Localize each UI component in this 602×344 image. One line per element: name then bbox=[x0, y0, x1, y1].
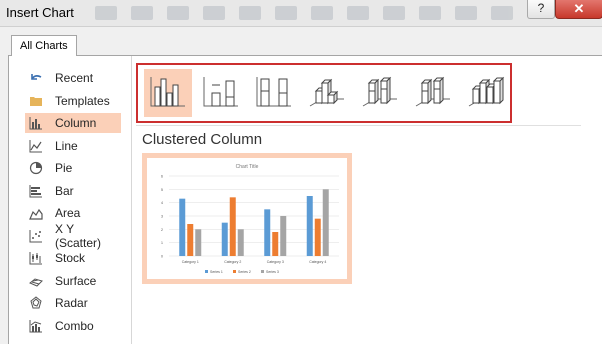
3d-100-stacked-column-button[interactable] bbox=[409, 69, 457, 117]
background-ribbon-blur bbox=[95, 3, 515, 23]
sidebar-item-label: Pie bbox=[55, 161, 73, 175]
sidebar-item-templates[interactable]: Templates bbox=[25, 91, 121, 111]
chart-subtype-gallery bbox=[136, 63, 512, 123]
help-button[interactable]: ? bbox=[527, 0, 555, 19]
y-tick-label: 4 bbox=[161, 201, 163, 205]
chart-category-sidebar: Recent Templates Column Line Pie Bar Area X Y (… bbox=[9, 56, 132, 344]
sidebar-item-label: Surface bbox=[55, 273, 97, 288]
sidebar-item-column[interactable]: Column bbox=[25, 113, 121, 133]
sidebar-item-recent[interactable]: Recent bbox=[25, 68, 121, 88]
sidebar-item-label: Recent bbox=[55, 71, 94, 85]
title-bar bbox=[0, 0, 602, 27]
clustered-column-button[interactable] bbox=[144, 69, 192, 117]
100-stacked-column-button[interactable] bbox=[250, 69, 298, 117]
bar-series-1-category-2 bbox=[221, 222, 228, 256]
y-tick-label: 3 bbox=[161, 215, 163, 219]
subtype-title: Clustered Column bbox=[142, 131, 263, 148]
pie-chart-icon bbox=[29, 161, 43, 175]
surface-chart-icon bbox=[29, 274, 43, 288]
area-chart-icon bbox=[29, 206, 43, 220]
y-tick-label: 2 bbox=[161, 228, 163, 232]
chart-panel: Recent Templates Column Line Pie Bar Area X Y (… bbox=[8, 55, 602, 344]
scatter-chart-icon bbox=[29, 229, 43, 243]
sidebar-item-line[interactable]: Line bbox=[25, 136, 121, 156]
preview-chart: Chart Title 0 1 2 3 4 5 6 Category 1 Category 2 Ca… bbox=[161, 164, 339, 274]
sidebar-item-surface[interactable]: Surface bbox=[25, 271, 121, 291]
100-stacked-column-icon bbox=[255, 73, 293, 114]
y-tick-label: 0 bbox=[161, 255, 163, 259]
y-tick-label: 1 bbox=[161, 241, 163, 245]
legend-swatch bbox=[205, 270, 208, 273]
sidebar-item-radar[interactable]: Radar bbox=[25, 293, 121, 313]
dialog-title: Insert Chart bbox=[6, 5, 74, 20]
separator bbox=[136, 125, 581, 126]
bar-series-1-category-3 bbox=[264, 209, 271, 256]
sidebar-item-label: Line bbox=[55, 138, 78, 153]
bar-series-3-category-3 bbox=[280, 216, 287, 256]
sidebar-item-label: X Y (Scatter) bbox=[55, 221, 102, 250]
sidebar-item-label: Bar bbox=[55, 183, 74, 198]
bar-series-3-category-1 bbox=[195, 229, 202, 256]
sidebar-item-bar[interactable]: Bar bbox=[25, 181, 121, 201]
sidebar-item-x-y-scatter-[interactable]: X Y (Scatter) bbox=[25, 222, 121, 250]
x-tick-label: Category 1 bbox=[182, 260, 199, 264]
sidebar-item-stock[interactable]: Stock bbox=[25, 248, 121, 268]
sidebar-item-label: Templates bbox=[55, 93, 110, 108]
3d-stacked-column-button[interactable] bbox=[356, 69, 404, 117]
line-chart-icon bbox=[29, 139, 43, 153]
close-button[interactable]: ✕ bbox=[555, 0, 602, 19]
legend-label: Series 1 bbox=[210, 270, 223, 274]
stacked-column-icon bbox=[202, 73, 240, 114]
sidebar-item-label: Stock bbox=[55, 251, 86, 265]
sidebar-item-label: Combo bbox=[55, 318, 94, 333]
y-tick-label: 5 bbox=[161, 188, 163, 192]
radar-chart-icon bbox=[29, 296, 43, 310]
legend-label: Series 2 bbox=[238, 270, 251, 274]
bar-series-2-category-2 bbox=[229, 197, 236, 256]
sidebar-item-label: Radar bbox=[55, 296, 88, 310]
legend-label: Series 3 bbox=[266, 270, 279, 274]
legend-swatch bbox=[261, 270, 264, 273]
x-tick-label: Category 3 bbox=[267, 260, 284, 264]
sidebar-item-pie[interactable]: Pie bbox=[25, 158, 121, 178]
bar-series-2-category-1 bbox=[187, 224, 194, 256]
tab-all-charts[interactable]: All Charts bbox=[11, 35, 77, 56]
bar-series-3-category-4 bbox=[322, 189, 329, 256]
combo-chart-icon bbox=[29, 319, 43, 333]
chart-title: Chart Title bbox=[236, 164, 259, 170]
folder-icon bbox=[29, 94, 43, 108]
3d-clustered-column-icon bbox=[308, 73, 346, 114]
x-tick-label: Category 4 bbox=[309, 260, 326, 264]
bar-series-1-category-1 bbox=[179, 198, 186, 256]
sidebar-item-label: Area bbox=[55, 206, 81, 220]
3d-column-icon bbox=[467, 73, 505, 114]
undo-arrow-icon bbox=[29, 71, 43, 85]
sidebar-item-combo[interactable]: Combo bbox=[25, 316, 121, 336]
3d-column-button[interactable] bbox=[462, 69, 510, 117]
clustered-column-icon bbox=[149, 73, 187, 114]
bar-series-2-category-4 bbox=[314, 218, 321, 256]
bar-series-1-category-4 bbox=[306, 196, 313, 256]
column-chart-icon bbox=[29, 116, 43, 130]
x-tick-label: Category 2 bbox=[224, 260, 241, 264]
legend-swatch bbox=[233, 270, 236, 273]
chart-preview[interactable]: Chart Title 0 1 2 3 4 5 6 Category 1 Category 2 Ca… bbox=[142, 153, 352, 284]
bar-series-3-category-2 bbox=[237, 229, 244, 256]
stacked-column-button[interactable] bbox=[197, 69, 245, 117]
3d-100-stacked-column-icon bbox=[414, 73, 452, 114]
bar-series-2-category-3 bbox=[272, 232, 279, 256]
sidebar-item-label: Column bbox=[55, 116, 97, 130]
bar-chart-icon bbox=[29, 184, 43, 198]
chart-preview-canvas: Chart Title 0 1 2 3 4 5 6 Category 1 Category 2 Ca… bbox=[147, 158, 347, 279]
sidebar-item-area[interactable]: Area bbox=[25, 203, 121, 223]
stock-chart-icon bbox=[29, 251, 43, 265]
3d-stacked-column-icon bbox=[361, 73, 399, 114]
y-tick-label: 6 bbox=[161, 175, 163, 179]
3d-clustered-column-button[interactable] bbox=[303, 69, 351, 117]
